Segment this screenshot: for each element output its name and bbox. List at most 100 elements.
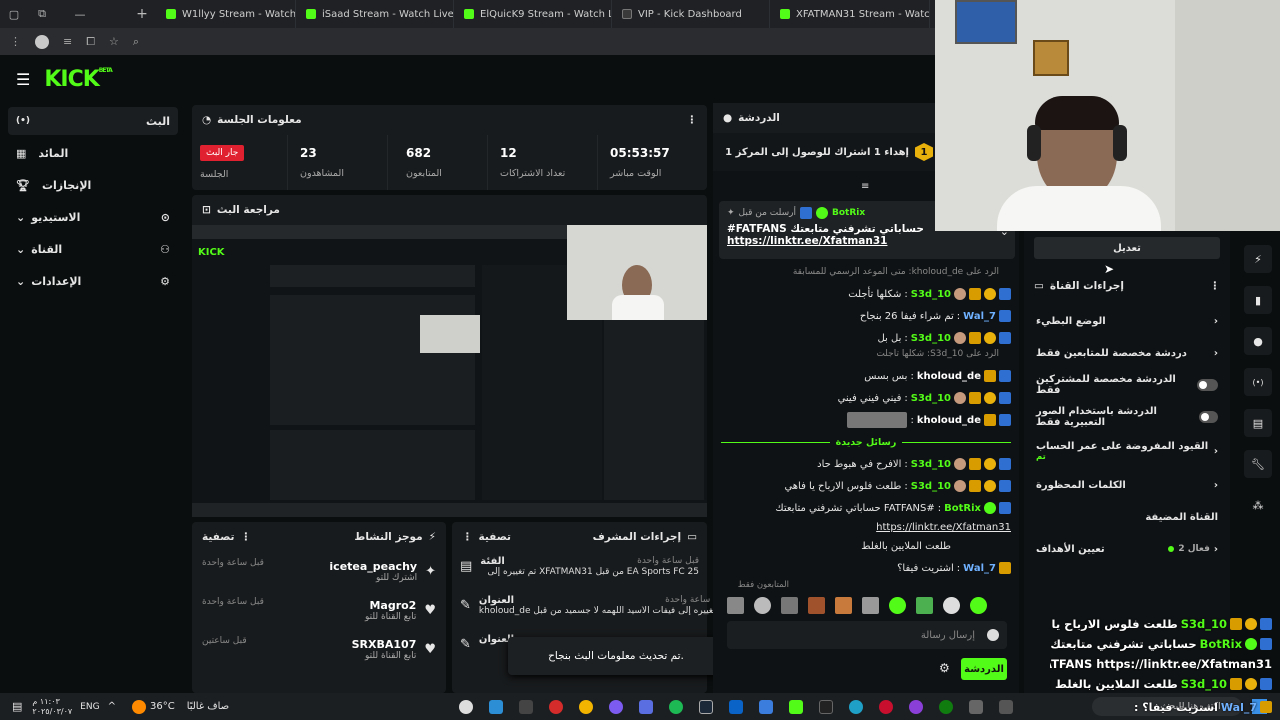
bookmark-star-icon[interactable]: ☆ xyxy=(109,35,119,48)
chat-send-button[interactable]: الدردشة xyxy=(961,658,1007,680)
chat-message[interactable]: S3d_10: فيني فيني فيني xyxy=(713,387,1019,409)
browser-tab[interactable]: W1llyy Stream - Watch Live on xyxy=(156,0,296,28)
sidebar-item-settings[interactable]: ⌄ الإعدادات ⚙ xyxy=(8,267,178,295)
chat-message[interactable]: S3d_10: بل بل xyxy=(713,327,1019,349)
vscode-icon[interactable] xyxy=(489,699,504,714)
browser-tab[interactable]: ElQuicK9 Stream - Watch Live xyxy=(454,0,612,28)
emote-icon[interactable] xyxy=(889,597,906,614)
subscribers-only-toggle[interactable] xyxy=(1196,379,1218,391)
chat-message[interactable]: S3d_10: شكلها تأجلت xyxy=(713,283,1019,305)
bolt-icon[interactable]: ⚡︎ xyxy=(1244,245,1272,273)
sidebar-item-broadcast[interactable]: (•) البث xyxy=(8,107,178,135)
weather-temp[interactable]: 36°C xyxy=(150,701,175,712)
sidebar-item-studio[interactable]: ⌄ الاستيديو ⊙ xyxy=(8,203,178,231)
steam-icon[interactable] xyxy=(699,699,714,714)
clock[interactable]: ١١:٠٣ م ٢٠٢٥/٠٣/٠٧ xyxy=(32,697,72,717)
emote-icon[interactable] xyxy=(754,597,771,614)
avatar-badge-icon xyxy=(954,332,966,344)
chat-message[interactable]: 7_Wal: اشتريت فيفا؟ xyxy=(713,557,1019,579)
notifications-icon[interactable]: ▤ xyxy=(12,700,22,713)
chat-message[interactable]: طلعت الملايين بالغلط xyxy=(713,535,1019,557)
set-goals-row[interactable]: تعيين الأهداف فعال 2 › xyxy=(1024,533,1230,565)
sidebar-item-channel[interactable]: ⌄ القناة ⚇ xyxy=(8,235,178,263)
more-options-icon[interactable]: ⋮ xyxy=(1210,280,1221,292)
pinned-link[interactable]: https://linktr.ee/Xfatman31 xyxy=(727,235,1007,247)
followers-only-row[interactable]: دردشة مخصصة للمتابعين فقط › xyxy=(1024,337,1230,369)
widgets-icon[interactable] xyxy=(999,699,1014,714)
outlook-icon[interactable] xyxy=(729,699,744,714)
wrench-icon[interactable]: 🔧︎ xyxy=(1244,450,1272,478)
hamburger-menu-icon[interactable]: ☰ xyxy=(16,70,30,89)
emote-icon[interactable] xyxy=(781,597,798,614)
tab-search-icon[interactable]: ⧉ xyxy=(28,0,56,28)
account-age-row[interactable]: القيود المفروضة على عمر الحساب تم › xyxy=(1024,433,1230,469)
chat-message[interactable]: kholoud_de: بس بسس xyxy=(713,365,1019,387)
new-tab-button[interactable]: + xyxy=(128,0,156,28)
terminal-icon[interactable] xyxy=(819,699,834,714)
chat-settings-icon[interactable]: ⚙ xyxy=(939,661,950,675)
stream-preview-video[interactable]: KICK xyxy=(192,225,707,517)
slow-mode-row[interactable]: الوضع البطيء › xyxy=(1024,305,1230,337)
profile-icon[interactable] xyxy=(35,34,49,49)
chat-input[interactable]: إرسال رسالة xyxy=(727,621,1007,649)
chat-message[interactable]: BotRix: #FATFANS حساباتي تشرفني متابعتك xyxy=(713,497,1019,519)
menu-dots-icon[interactable]: ⋮ xyxy=(10,35,21,48)
chat-message[interactable]: 7_Wal: تم شراء فيفا 26 بنجاح xyxy=(713,305,1019,327)
chat-message[interactable]: S3d_10: الافرح في هبوط حاد xyxy=(713,453,1019,475)
sidebar-item-achievements[interactable]: 🏆︎ الإنجازات xyxy=(8,171,178,199)
chat-message[interactable]: S3d_10: طلعت فلوس الارباح يا فاهي xyxy=(713,475,1019,497)
window-menu-icon[interactable]: ▢ xyxy=(0,0,28,28)
emote-icon[interactable] xyxy=(862,597,879,614)
chat-link[interactable]: https://linktr.ee/Xfatman31 xyxy=(713,519,1019,535)
discord-icon[interactable] xyxy=(609,699,624,714)
document-icon[interactable]: ▮ xyxy=(1244,286,1272,314)
host-channel-row[interactable]: القناة المضيفة xyxy=(1024,501,1230,533)
chat-message[interactable]: kholoud_de: xyxy=(713,409,1019,431)
more-options-icon[interactable]: ⋮ xyxy=(462,531,473,543)
store-icon[interactable] xyxy=(759,699,774,714)
app-icon[interactable] xyxy=(879,699,894,714)
edge-icon[interactable] xyxy=(849,699,864,714)
filter-button[interactable]: تصفية xyxy=(479,531,512,543)
chrome-icon[interactable] xyxy=(579,699,594,714)
sidebar-item-revenue[interactable]: ▦ المائد xyxy=(8,139,178,167)
emote-icon[interactable] xyxy=(943,597,960,614)
app-icon[interactable] xyxy=(639,699,654,714)
browser-tab[interactable]: VIP - Kick Dashboard xyxy=(612,0,770,28)
server-icon[interactable]: ▤ xyxy=(1244,409,1272,437)
xbox-icon[interactable] xyxy=(939,699,954,714)
emotes-only-toggle[interactable] xyxy=(1199,411,1218,423)
reading-list-icon[interactable]: ≡ xyxy=(63,35,72,48)
obs-icon[interactable] xyxy=(459,699,474,714)
browser-tab[interactable]: iSaad Stream - Watch Live on xyxy=(296,0,454,28)
more-options-icon[interactable]: ⋮ xyxy=(241,531,252,543)
spotify-icon[interactable] xyxy=(669,699,684,714)
kick-icon[interactable] xyxy=(789,699,804,714)
language-indicator[interactable]: ENG xyxy=(80,702,99,712)
overlay-message: #FATFANS https://linktr.ee/Xfatman31 xyxy=(1050,657,1272,671)
emote-icon[interactable] xyxy=(916,597,933,614)
task-view-icon[interactable] xyxy=(969,699,984,714)
kick-logo[interactable]: KICKBETA xyxy=(44,67,112,92)
broadcast-icon[interactable]: (•) xyxy=(1244,368,1272,396)
filter-button[interactable]: تصفية xyxy=(202,531,235,543)
emoji-picker-icon[interactable] xyxy=(987,629,999,641)
zoom-icon[interactable]: ⌕ xyxy=(133,35,139,49)
chat-icon[interactable]: ● xyxy=(1244,327,1272,355)
app-icon[interactable] xyxy=(549,699,564,714)
app-icon[interactable] xyxy=(519,699,534,714)
extensions-icon[interactable]: ⧠ xyxy=(86,35,95,49)
emote-icon[interactable] xyxy=(835,597,852,614)
emote-icon[interactable] xyxy=(970,597,987,614)
more-options-icon[interactable]: ⋮ xyxy=(687,114,698,126)
banned-words-row[interactable]: الكلمات المحظورة › xyxy=(1024,469,1230,501)
browser-tab[interactable]: XFATMAN31 Stream - Watch L xyxy=(770,0,930,28)
emote-icon[interactable] xyxy=(727,597,744,614)
minimize-icon[interactable]: — xyxy=(66,0,94,28)
app-icon[interactable] xyxy=(909,699,924,714)
emote-icon[interactable] xyxy=(808,597,825,614)
chat-collapse-icon[interactable]: ≡ xyxy=(861,181,869,192)
tray-overflow-icon[interactable]: ^ xyxy=(108,701,116,712)
share-icon[interactable]: ⁂ xyxy=(1244,491,1272,519)
edit-button[interactable]: تعديل xyxy=(1034,237,1220,259)
